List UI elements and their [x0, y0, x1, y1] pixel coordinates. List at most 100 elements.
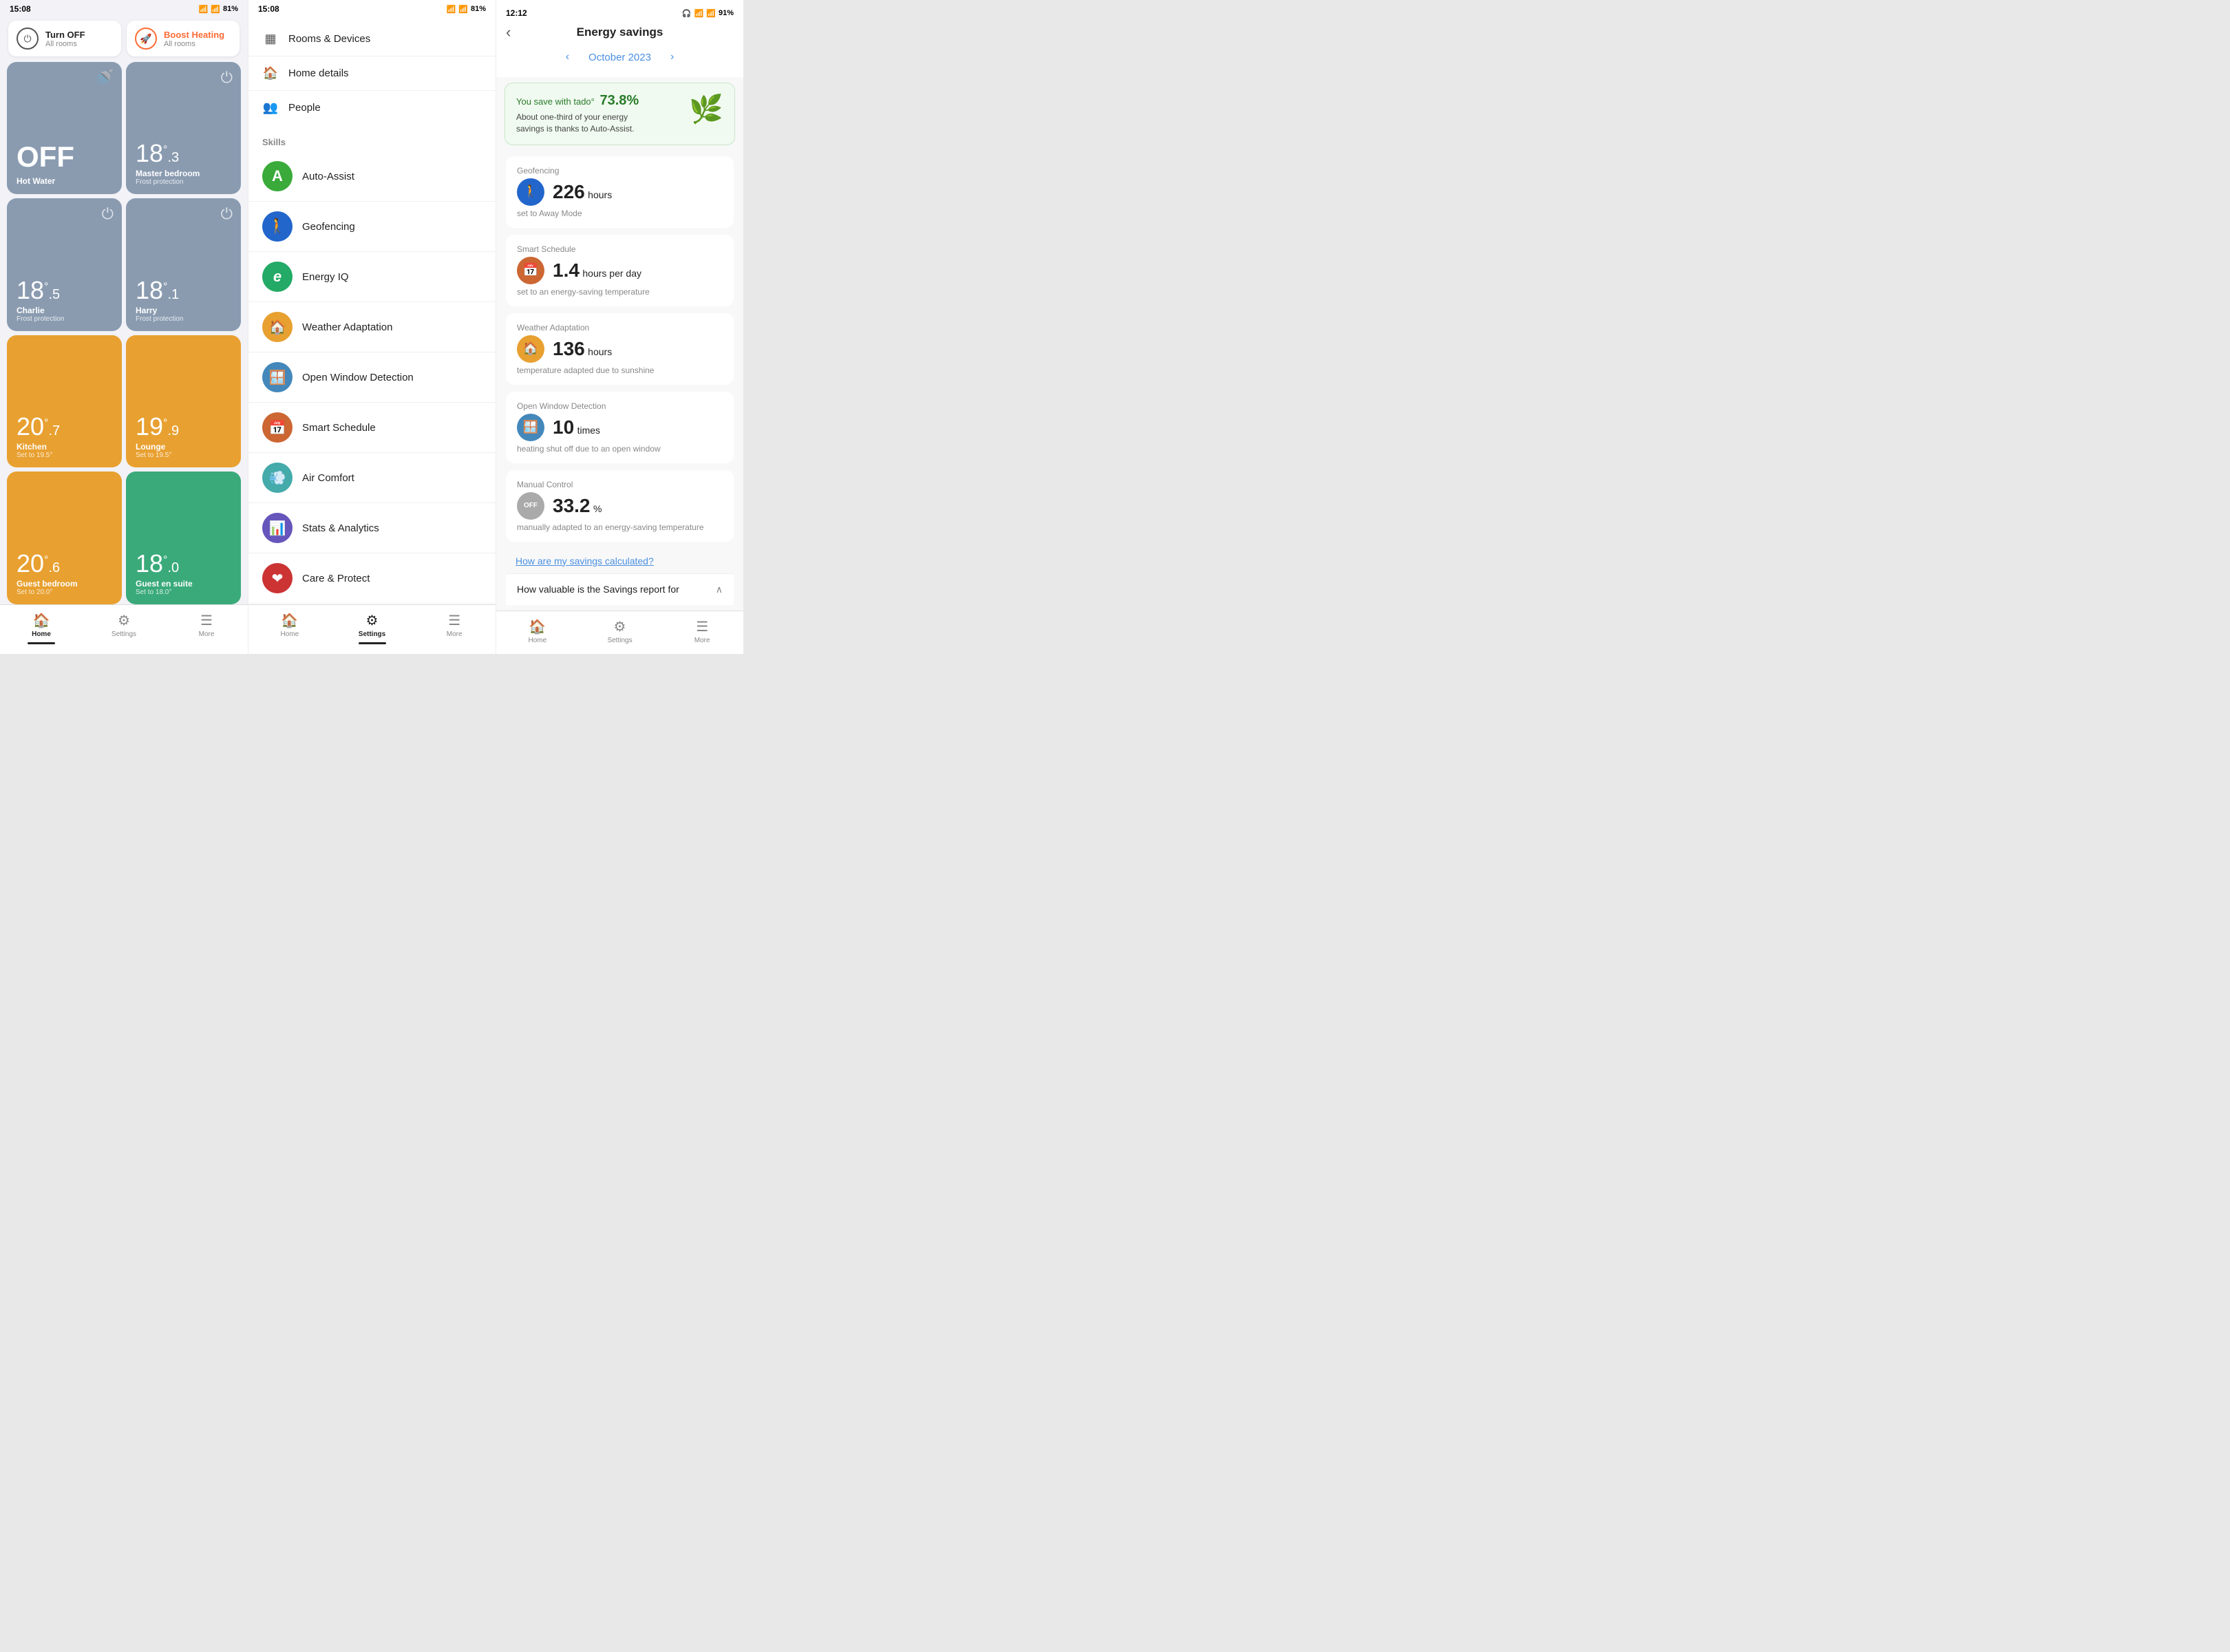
guest-bedroom-temp-main: 20: [17, 549, 44, 578]
battery-icon3: 91%: [719, 9, 734, 17]
nav-more[interactable]: ☰ More: [165, 609, 248, 647]
guest-bedroom-name: Guest bedroom: [17, 579, 112, 589]
headphone-icon: 🎧: [682, 9, 692, 18]
guest-ensuite-sub: Set to 18.0°: [136, 589, 231, 596]
smart-schedule-stat-row: 📅 1.4 hours per day: [517, 257, 723, 284]
smart-schedule-stat-icon: 📅: [517, 257, 544, 284]
skill-smart-schedule[interactable]: 📅 Smart Schedule: [248, 403, 496, 453]
master-temp: 18°.3: [136, 141, 231, 166]
back-button[interactable]: ‹: [506, 23, 527, 41]
open-window-label: Open Window Detection: [302, 372, 414, 383]
lounge-name: Lounge: [136, 442, 231, 452]
nav3-home-label: Home: [528, 637, 546, 644]
master-temp-main: 18: [136, 139, 163, 167]
phone1-statusbar: 15:08 📶 📶 81%: [0, 0, 248, 17]
menu-home-details[interactable]: 🏠 Home details: [248, 56, 496, 91]
savings-link[interactable]: How are my savings calculated?: [506, 549, 734, 573]
room-tile-harry[interactable]: ⏻ 18°.1 Harry Frost protection: [126, 198, 241, 330]
skill-air-comfort[interactable]: 💨 Air Comfort: [248, 453, 496, 503]
nav2-settings-label: Settings: [359, 631, 385, 638]
lounge-temp-dec: .9: [167, 423, 179, 438]
manual-control-stat-icon: OFF: [517, 492, 544, 520]
nav-indicator: [28, 642, 55, 644]
nav2-indicator: [359, 642, 386, 644]
kitchen-temp-dec: .7: [48, 423, 60, 438]
nav3-more[interactable]: ☰ More: [661, 615, 743, 647]
nav2-home-label: Home: [280, 631, 299, 638]
skill-energy-iq[interactable]: e Energy IQ: [248, 252, 496, 302]
open-window-value-group: 10 times: [553, 416, 600, 438]
harry-temp-dec: .1: [167, 287, 179, 302]
power-icon-charlie: ⏻: [102, 205, 114, 223]
save-prefix: You save with tado° 73.8%: [516, 93, 640, 109]
auto-assist-label: Auto-Assist: [302, 171, 354, 182]
home-nav-icon: 🏠: [33, 612, 50, 629]
skill-care-protect[interactable]: ❤ Care & Protect: [248, 553, 496, 604]
prev-month-button[interactable]: ‹: [560, 50, 575, 65]
skill-open-window[interactable]: 🪟 Open Window Detection: [248, 352, 496, 403]
faucet-icon: 🚿: [95, 69, 114, 87]
skill-weather-adaptation[interactable]: 🏠 Weather Adaptation: [248, 302, 496, 352]
room-tile-guest-ensuite[interactable]: 18°.0 Guest en suite Set to 18.0°: [126, 472, 241, 604]
turn-off-button[interactable]: ⏻ Turn OFF All rooms: [8, 21, 121, 56]
battery-icon2: 81%: [471, 5, 486, 13]
room-tile-hot-water[interactable]: 🚿 OFF Hot Water: [7, 62, 122, 194]
smart-schedule-value: 1.4: [553, 260, 580, 281]
phone2-panel: 15:08 📶 📶 81% ▦ Rooms & Devices 🏠 Home d…: [248, 0, 496, 654]
room-tile-lounge[interactable]: 19°.9 Lounge Set to 19.5°: [126, 335, 241, 467]
phone2-bottom-nav: 🏠 Home ⚙ Settings ☰ More: [248, 604, 496, 654]
menu-rooms-devices[interactable]: ▦ Rooms & Devices: [248, 22, 496, 56]
skill-geofencing[interactable]: 🚶 Geofencing: [248, 202, 496, 252]
room-tile-charlie[interactable]: ⏻ 18°.5 Charlie Frost protection: [7, 198, 122, 330]
manual-control-value: 33.2: [553, 495, 591, 516]
harry-temp: 18°.1: [136, 278, 231, 303]
nav3-settings[interactable]: ⚙ Settings: [579, 615, 661, 647]
weather-unit: hours: [588, 346, 612, 357]
auto-assist-icon: A: [262, 161, 293, 191]
geofencing-stat-icon: 🚶: [517, 178, 544, 206]
geofencing-unit: hours: [588, 189, 612, 200]
boost-button[interactable]: 🚀 Boost Heating All rooms: [127, 21, 240, 56]
weather-desc: temperature adapted due to sunshine: [517, 366, 723, 375]
next-month-button[interactable]: ›: [665, 50, 679, 65]
room-tile-kitchen[interactable]: 20°.7 Kitchen Set to 19.5°: [7, 335, 122, 467]
boost-text: Boost Heating All rooms: [164, 30, 224, 48]
geofencing-stat-row: 🚶 226 hours: [517, 178, 723, 206]
nav-home[interactable]: 🏠 Home: [0, 609, 83, 647]
room-tile-guest-bedroom[interactable]: 20°.6 Guest bedroom Set to 20.0°: [7, 472, 122, 604]
menu-people[interactable]: 👥 People: [248, 91, 496, 125]
room-tile-master[interactable]: ⏻ 18°.3 Master bedroom Frost protection: [126, 62, 241, 194]
smart-schedule-desc: set to an energy-saving temperature: [517, 287, 723, 297]
phone1-status-icons: 📶 📶 81%: [199, 5, 238, 14]
phone3-status-icons: 🎧 📶 📶 91%: [682, 9, 734, 18]
skills-section-header: Skills: [248, 130, 496, 151]
nav-settings[interactable]: ⚙ Settings: [83, 609, 165, 647]
turn-off-sub: All rooms: [45, 40, 85, 48]
smart-schedule-value-group: 1.4 hours per day: [553, 260, 641, 282]
smart-schedule-unit: hours per day: [582, 268, 641, 279]
people-icon: 👥: [262, 100, 279, 115]
signal-icon: 📶: [211, 5, 220, 14]
care-protect-icon: ❤: [262, 563, 293, 593]
main-menu: ▦ Rooms & Devices 🏠 Home details 👥 Peopl…: [248, 17, 496, 130]
accordion-row[interactable]: How valuable is the Savings report for ∧: [506, 573, 734, 605]
stats-label: Stats & Analytics: [302, 522, 379, 534]
nav2-more[interactable]: ☰ More: [413, 609, 496, 647]
boost-icon: 🚀: [135, 28, 157, 50]
stat-open-window: Open Window Detection 🪟 10 times heating…: [506, 392, 734, 463]
nav2-home[interactable]: 🏠 Home: [248, 609, 331, 647]
manual-control-stat-header: Manual Control: [517, 480, 723, 489]
accordion-arrow-icon: ∧: [716, 584, 723, 595]
skill-stats-analytics[interactable]: 📊 Stats & Analytics: [248, 503, 496, 553]
skill-auto-assist[interactable]: A Auto-Assist: [248, 151, 496, 202]
guest-ensuite-temp-dec: .0: [167, 560, 179, 575]
charlie-temp-main: 18: [17, 276, 44, 304]
energy-iq-label: Energy IQ: [302, 271, 349, 283]
open-window-stat-icon: 🪟: [517, 414, 544, 441]
rooms-grid: 🚿 OFF Hot Water ⏻ 18°.3 Master bedroom F…: [0, 62, 248, 604]
hot-water-status: OFF: [17, 140, 112, 173]
kitchen-temp-main: 20: [17, 412, 44, 441]
nav3-more-label: More: [694, 637, 710, 644]
nav3-home[interactable]: 🏠 Home: [496, 615, 579, 647]
nav2-settings[interactable]: ⚙ Settings: [331, 609, 414, 647]
